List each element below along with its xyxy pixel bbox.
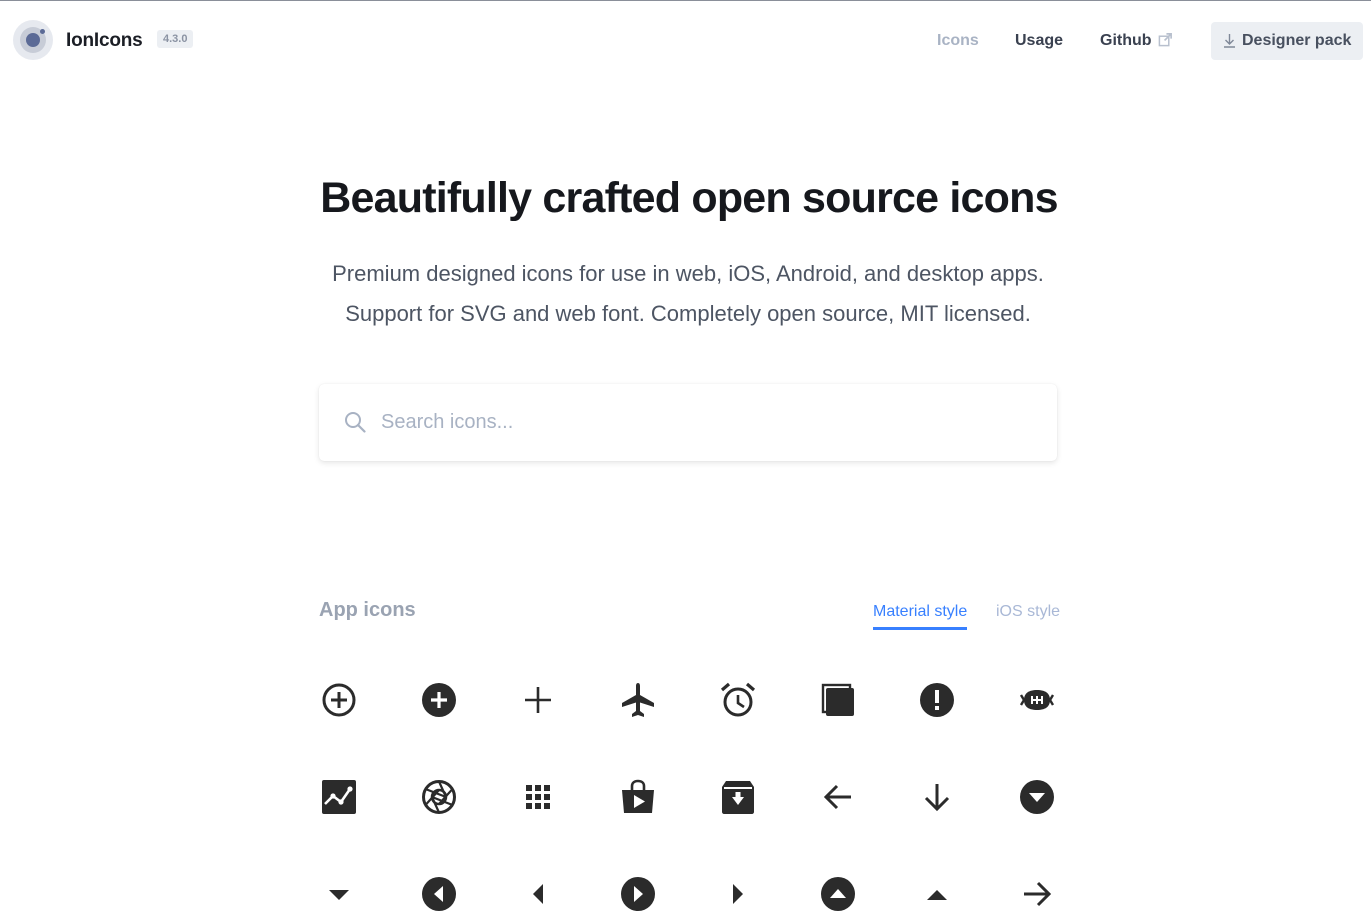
arrow-dropdown-circle-icon[interactable] [1017, 777, 1057, 817]
albums-icon[interactable] [818, 680, 858, 720]
arrow-dropup-circle-icon[interactable] [818, 874, 858, 914]
add-icon[interactable] [518, 680, 558, 720]
search-box [319, 384, 1057, 461]
arrow-dropup-icon[interactable] [917, 874, 957, 914]
tab-material-style[interactable]: Material style [873, 603, 968, 630]
arrow-forward-icon[interactable] [1017, 874, 1057, 914]
apps-icon[interactable] [518, 777, 558, 817]
tab-ios-style[interactable]: iOS style [996, 603, 1060, 621]
version-badge: 4.3.0 [157, 30, 194, 48]
designer-pack-button[interactable]: Designer pack [1211, 22, 1363, 60]
add-circle-icon[interactable] [419, 680, 459, 720]
hero-subtitle-line-2: Support for SVG and web font. Completely… [345, 301, 1031, 326]
arrow-dropleft-circle-icon[interactable] [419, 874, 459, 914]
ionicons-logo-icon[interactable] [13, 20, 53, 60]
nav-link-icons[interactable]: Icons [937, 32, 979, 50]
search-input[interactable] [381, 404, 1021, 440]
search-icon [345, 412, 366, 433]
arrow-down-icon[interactable] [917, 777, 957, 817]
external-link-icon [1158, 33, 1172, 47]
hero-title: Beautifully crafted open source icons [320, 174, 1058, 222]
nav-link-usage[interactable]: Usage [1015, 32, 1063, 50]
download-icon [1224, 34, 1235, 48]
designer-pack-label: Designer pack [1242, 32, 1352, 49]
arrow-dropright-circle-icon[interactable] [618, 874, 658, 914]
alarm-icon[interactable] [718, 680, 758, 720]
arrow-dropdown-icon[interactable] [319, 874, 359, 914]
section-title: App icons [319, 599, 416, 621]
brand-name[interactable]: IonIcons [66, 30, 143, 52]
aperture-icon[interactable] [419, 777, 459, 817]
appstore-icon[interactable] [618, 777, 658, 817]
arrow-dropright-icon[interactable] [718, 874, 758, 914]
alert-icon[interactable] [917, 680, 957, 720]
arrow-back-icon[interactable] [818, 777, 858, 817]
airplane-icon[interactable] [618, 680, 658, 720]
add-circle-outline-icon[interactable] [319, 680, 359, 720]
nav-link-github[interactable]: Github [1100, 32, 1152, 50]
site-header: IonIcons 4.3.0 Icons Usage Github Design… [0, 0, 1371, 82]
archive-icon[interactable] [718, 777, 758, 817]
hero-subtitle-line-1: Premium designed icons for use in web, i… [332, 261, 1044, 286]
analytics-icon[interactable] [319, 777, 359, 817]
american-football-icon[interactable] [1017, 680, 1057, 720]
arrow-dropleft-icon[interactable] [518, 874, 558, 914]
